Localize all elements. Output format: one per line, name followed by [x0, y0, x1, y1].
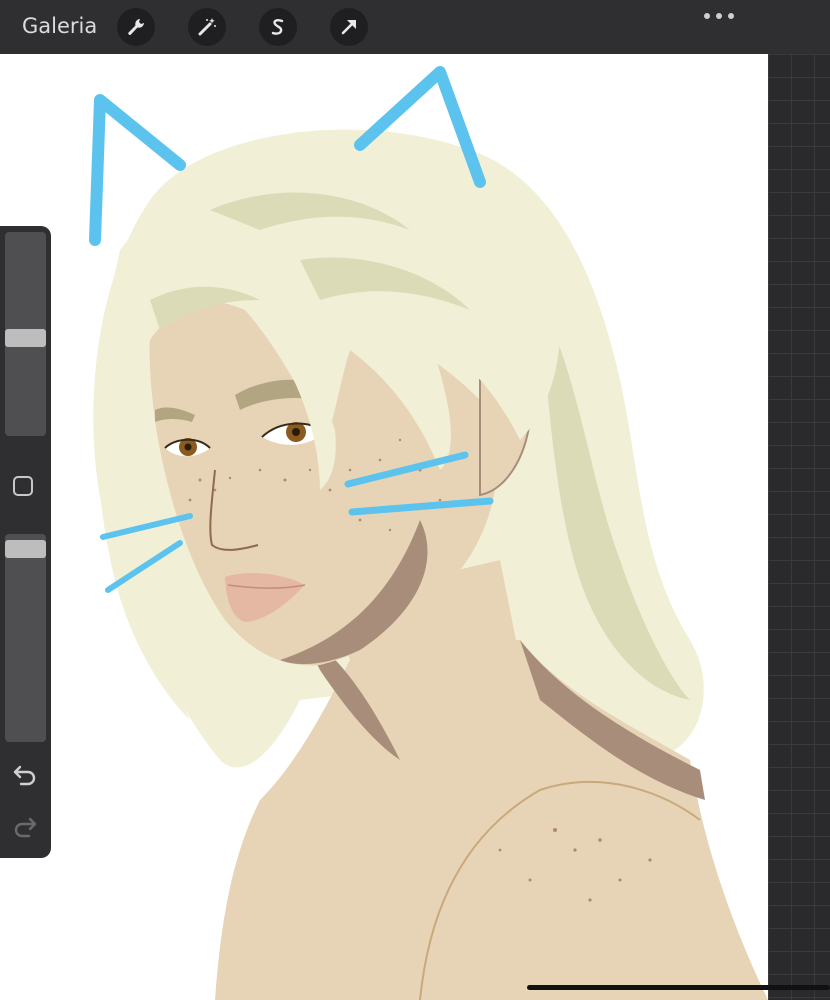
undo-icon[interactable] [12, 762, 38, 786]
brush-size-slider[interactable] [5, 232, 46, 436]
transform-button[interactable] [330, 8, 368, 46]
wrench-icon [128, 19, 144, 35]
selection-s-icon [271, 19, 284, 35]
top-toolbar: Galeria [0, 0, 830, 54]
square-icon[interactable] [13, 476, 33, 496]
transform-arrow-icon [341, 20, 356, 35]
magic-wand-icon [198, 18, 216, 36]
redo-icon[interactable] [12, 814, 38, 838]
selection-button[interactable] [259, 8, 297, 46]
drawing-canvas[interactable] [0, 54, 768, 1000]
more-dots-icon[interactable] [704, 10, 734, 22]
portrait-illustration [89, 66, 768, 1000]
home-indicator [527, 985, 830, 990]
brush-size-thumb[interactable] [5, 328, 46, 347]
wrench-button[interactable] [117, 8, 155, 46]
opacity-slider[interactable] [5, 534, 46, 742]
adjustments-button[interactable] [188, 8, 226, 46]
brush-sidebar [0, 226, 51, 858]
gallery-button[interactable]: Galeria [22, 14, 97, 38]
opacity-thumb[interactable] [5, 539, 46, 558]
grid-background [768, 54, 830, 1000]
